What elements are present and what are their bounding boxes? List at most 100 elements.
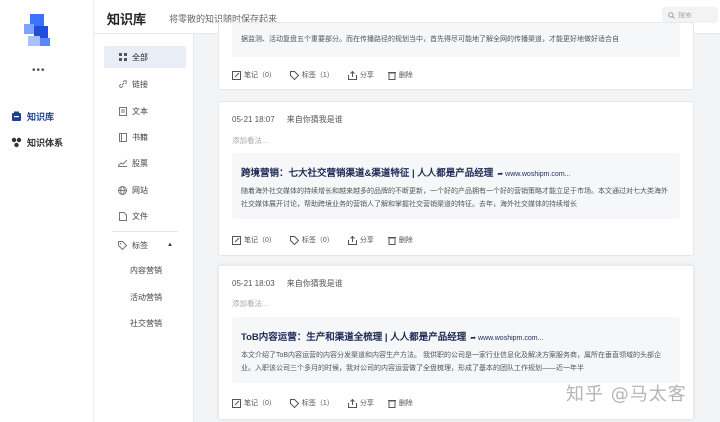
card-meta: 05-21 18:03 来自你猜我是谁 — [232, 278, 343, 289]
external-link[interactable]: ➦ www.woshipm.com... — [470, 335, 543, 342]
category-book[interactable]: 书籍 — [104, 126, 186, 148]
stock-icon — [118, 159, 127, 168]
card-actions: 笔记（0） 标签（1） 分享 删除 — [232, 398, 427, 408]
add-opinion-field[interactable]: 添加看法... — [232, 298, 268, 309]
knowledge-card[interactable]: 05-21 18:07 来自你猜我是谁 添加看法... 跨境营销：七大社交营销渠道… — [218, 101, 694, 256]
delete-label: 删除 — [398, 237, 413, 244]
excerpt-title-text: ToB内容运营：生产和渠道全梳理 | 人人都是产品经理 — [241, 332, 467, 343]
book-icon — [118, 132, 127, 142]
category-website[interactable]: 网站 — [104, 179, 186, 201]
note-count: 笔记（0） — [244, 400, 276, 407]
grid-icon — [118, 53, 127, 62]
category-label: 标签 — [132, 240, 148, 250]
more-icon[interactable]: ••• — [32, 66, 46, 76]
left-rail: ••• 知识库 知识体系 — [0, 0, 94, 422]
knowledge-card[interactable]: 据监测、活动复盘五个重要部分。而在传播路径的规划当中，首先得尽可能地了解全网的传… — [218, 22, 694, 90]
category-stock[interactable]: 股票 — [104, 152, 186, 174]
share-label: 分享 — [359, 400, 374, 407]
link-icon — [118, 80, 127, 89]
delete-button[interactable]: 删除 — [387, 70, 413, 80]
search-icon — [668, 11, 675, 19]
card-source: 来自你猜我是谁 — [286, 115, 343, 124]
note-count: 笔记（0） — [244, 237, 276, 244]
category-file[interactable]: 文件 — [104, 205, 186, 227]
tag-button[interactable]: 标签（1） — [289, 70, 334, 80]
card-time: 05-21 18:07 — [232, 115, 275, 124]
excerpt-text: 本文介绍了ToB内容运营的内容分发渠道和内容生产方法。 我供职的公司是一家行业信… — [241, 352, 662, 372]
rail-item-knowledge-base[interactable]: 知识库 — [10, 108, 54, 124]
knowledge-base-icon — [10, 110, 22, 122]
knowledge-system-icon — [10, 136, 22, 148]
rail-item-label: 知识库 — [27, 111, 55, 122]
excerpt-text: 随着海外社交媒体的持续增长和越来越多的品牌的不断更新，一个好的产品拥有一个好的营… — [241, 188, 668, 208]
share-icon — [347, 398, 357, 408]
add-opinion-field[interactable]: 添加看法... — [232, 135, 268, 146]
category-text[interactable]: 文本 — [104, 100, 186, 122]
globe-icon — [118, 185, 127, 195]
link-url: www.woshipm.com... — [478, 335, 544, 342]
caret-up-icon[interactable]: ▲ — [167, 242, 173, 248]
category-label: 文件 — [132, 211, 148, 221]
share-button[interactable]: 分享 — [347, 70, 374, 80]
page-title: 知识库 — [107, 12, 147, 27]
card-actions: 笔记（0） 标签（0） 分享 删除 — [232, 235, 427, 245]
category-sidebar: 全部 链接 文本 书籍 股票 网站 文件 标签 ▲ 内容营销 活动营销 社交营销 — [94, 34, 194, 422]
share-label: 分享 — [359, 237, 374, 244]
category-label: 全部 — [132, 52, 148, 62]
watermark: 知乎 @马太客 — [566, 384, 687, 405]
excerpt-title[interactable]: ToB内容运营：生产和渠道全梳理 | 人人都是产品经理 ➦ www.woshipm… — [241, 329, 543, 343]
tag-count: 标签（1） — [301, 72, 334, 79]
share-label: 分享 — [359, 72, 374, 79]
delete-button[interactable]: 删除 — [387, 398, 413, 408]
category-label: 书籍 — [132, 132, 148, 142]
tag-button[interactable]: 标签（0） — [289, 235, 334, 245]
tag-icon — [289, 398, 299, 408]
share-icon — [347, 235, 357, 245]
share-icon — [347, 70, 357, 80]
tag-content-marketing[interactable]: 内容营销 — [130, 265, 162, 276]
note-icon — [232, 70, 241, 80]
excerpt-title[interactable]: 跨境营销：七大社交营销渠道&渠道特征 | 人人都是产品经理 ➦ www.woshi… — [241, 165, 571, 179]
share-button[interactable]: 分享 — [347, 398, 374, 408]
trash-icon — [387, 71, 396, 80]
category-label: 股票 — [132, 158, 148, 168]
avatar[interactable] — [24, 14, 52, 50]
delete-label: 删除 — [398, 72, 413, 79]
note-button[interactable]: 笔记（0） — [232, 70, 276, 80]
rail-item-knowledge-system[interactable]: 知识体系 — [10, 134, 63, 150]
share-button[interactable]: 分享 — [347, 235, 374, 245]
excerpt-box[interactable]: 据监测、活动复盘五个重要部分。而在传播路径的规划当中，首先得尽可能地了解全网的传… — [232, 23, 680, 57]
category-all[interactable]: 全部 — [104, 46, 186, 68]
file-icon — [118, 211, 127, 221]
delete-label: 删除 — [398, 400, 413, 407]
excerpt-box[interactable]: 跨境营销：七大社交营销渠道&渠道特征 | 人人都是产品经理 ➦ www.woshi… — [232, 153, 680, 219]
category-label: 网站 — [132, 185, 148, 195]
tag-event-marketing[interactable]: 活动营销 — [130, 292, 162, 303]
rail-item-label: 知识体系 — [27, 137, 64, 148]
delete-button[interactable]: 删除 — [387, 235, 413, 245]
share-arrow-icon: ➦ — [497, 171, 504, 178]
excerpt-text: 据监测、活动复盘五个重要部分。而在传播路径的规划当中，首先得尽可能地了解全网的传… — [241, 36, 619, 43]
tag-social-marketing[interactable]: 社交营销 — [130, 318, 162, 329]
note-button[interactable]: 笔记（0） — [232, 235, 276, 245]
category-label: 链接 — [132, 79, 148, 89]
search-input[interactable] — [678, 11, 716, 19]
search-box[interactable] — [662, 7, 718, 23]
text-icon — [118, 106, 127, 116]
note-count: 笔记（0） — [244, 72, 276, 79]
card-source: 来自你猜我是谁 — [286, 279, 343, 288]
note-icon — [232, 235, 241, 245]
divider — [112, 231, 178, 232]
category-link[interactable]: 链接 — [104, 73, 186, 95]
excerpt-box[interactable]: ToB内容运营：生产和渠道全梳理 | 人人都是产品经理 ➦ www.woshipm… — [232, 317, 680, 383]
note-button[interactable]: 笔记（0） — [232, 398, 276, 408]
card-meta: 05-21 18:07 来自你猜我是谁 — [232, 114, 343, 125]
card-actions: 笔记（0） 标签（1） 分享 删除 — [232, 70, 427, 80]
tag-icon — [289, 70, 299, 80]
tag-count: 标签（0） — [301, 237, 334, 244]
category-tags[interactable]: 标签 ▲ — [104, 234, 186, 256]
tag-button[interactable]: 标签（1） — [289, 398, 334, 408]
external-link[interactable]: ➦ www.woshipm.com... — [497, 171, 570, 178]
tag-count: 标签（1） — [301, 400, 334, 407]
link-url: www.woshipm.com... — [505, 171, 571, 178]
